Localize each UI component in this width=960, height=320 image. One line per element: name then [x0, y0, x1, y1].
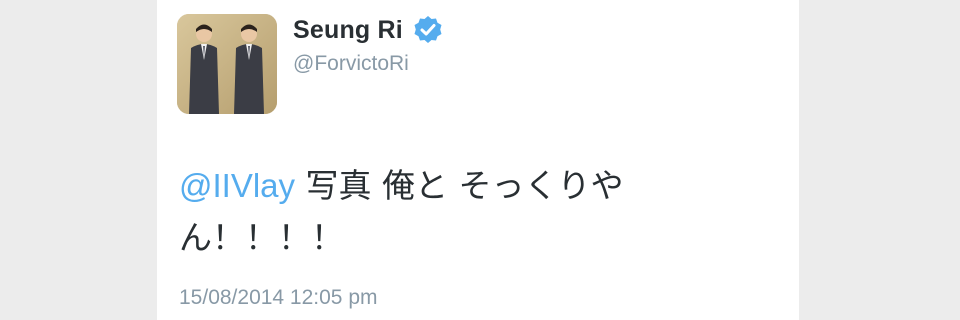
verified-badge-icon [412, 14, 444, 46]
mention-link[interactable]: @IIVlay [179, 167, 295, 204]
tweet-text: @IIVlay 写真 俺と そっくりやん！！！！ [179, 160, 739, 264]
display-name-row[interactable]: Seung Ri [293, 14, 444, 46]
tweet-timestamp[interactable]: 15/08/2014 12:05 pm [179, 286, 378, 310]
tweet-card: Seung Ri @ForvictoRi @IIVlay 写真 俺と そっくりや… [157, 0, 799, 320]
display-name[interactable]: Seung Ri [293, 16, 403, 45]
screenshot-stage: Seung Ri @ForvictoRi @IIVlay 写真 俺と そっくりや… [0, 0, 960, 320]
user-handle[interactable]: @ForvictoRi [293, 52, 409, 76]
avatar[interactable] [177, 14, 277, 114]
avatar-photo [177, 14, 277, 114]
